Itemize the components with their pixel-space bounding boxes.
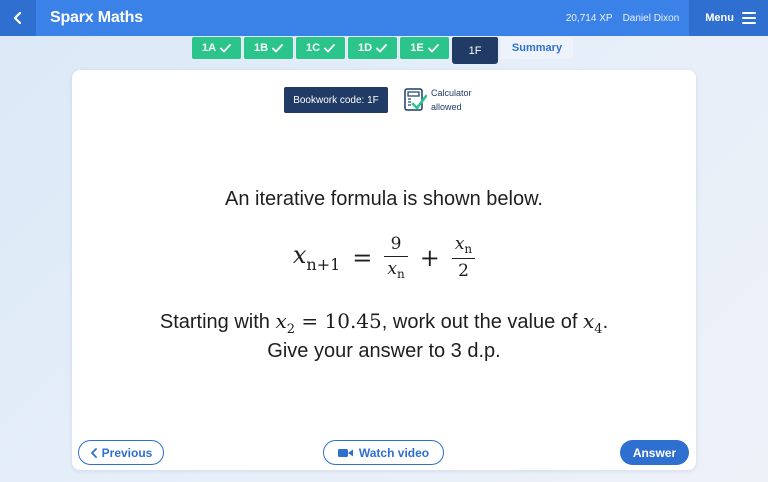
question-instruction: Starting with x2 = 10.45, work out the v… <box>159 309 609 337</box>
chevron-left-icon <box>13 11 22 25</box>
back-button[interactable] <box>0 0 36 36</box>
tab-1f[interactable]: 1F <box>452 37 498 64</box>
calculator-allowed: allowed <box>431 102 462 112</box>
calculator-label: Calculator <box>431 88 472 98</box>
bookwork-code-badge: Bookwork code: 1F <box>284 87 388 113</box>
video-camera-icon <box>337 448 353 457</box>
check-icon <box>324 43 335 52</box>
tab-label: 1A <box>201 42 217 54</box>
watch-video-label: Watch video <box>358 445 430 460</box>
tab-label: 1E <box>410 42 424 54</box>
formula-lhs: xn+1 <box>292 241 341 274</box>
formula-equals: = <box>352 243 373 272</box>
calculator-status: Calculator allowed <box>431 86 472 114</box>
check-icon <box>376 43 387 52</box>
tab-1c[interactable]: 1C <box>296 37 345 59</box>
calculator-icon <box>404 88 427 111</box>
tab-label: Summary <box>511 42 563 54</box>
tab-1d[interactable]: 1D <box>348 37 397 59</box>
check-icon <box>272 43 283 52</box>
menu-button[interactable]: Menu <box>689 0 768 36</box>
header-right: 20,714 XP Daniel Dixon Menu <box>566 0 768 36</box>
user-name[interactable]: Daniel Dixon <box>623 13 680 24</box>
watch-video-button[interactable]: Watch video <box>323 440 444 465</box>
question-intro: An iterative formula is shown below. <box>225 188 543 210</box>
tab-1b[interactable]: 1B <box>244 37 293 59</box>
tab-label: 1F <box>468 44 482 57</box>
question-card: Bookwork code: 1F Calculator allowed An … <box>72 70 696 470</box>
menu-label: Menu <box>705 12 734 24</box>
question-precision: Give your answer to 3 d.p. <box>267 340 501 362</box>
tab-label: 1C <box>305 42 321 54</box>
check-icon <box>427 43 439 52</box>
previous-button[interactable]: Previous <box>78 440 164 465</box>
chevron-left-icon <box>90 447 97 458</box>
xp-count: 20,714 XP <box>565 12 613 24</box>
iterative-formula: xn+1 = 9 xn + xn 2 <box>72 234 696 281</box>
tab-label: 1B <box>253 42 269 54</box>
hamburger-icon <box>742 12 756 24</box>
check-icon <box>220 43 231 52</box>
tab-1a[interactable]: 1A <box>192 37 241 59</box>
answer-button[interactable]: Answer <box>620 440 689 465</box>
tab-1e[interactable]: 1E <box>400 37 449 59</box>
formula-fraction-2: xn 2 <box>451 234 476 281</box>
previous-label: Previous <box>101 445 153 460</box>
formula-plus: + <box>419 243 440 272</box>
formula-fraction-1: 9 xn <box>384 234 408 281</box>
tab-summary[interactable]: Summary <box>501 37 573 59</box>
task-tabs: 1A 1B 1C 1D 1E 1F Summary <box>192 37 573 64</box>
top-bar: Sparx Maths 20,714 XP Daniel Dixon Menu <box>0 0 768 36</box>
tab-label: 1D <box>357 42 373 54</box>
app-title: Sparx Maths <box>50 9 143 26</box>
